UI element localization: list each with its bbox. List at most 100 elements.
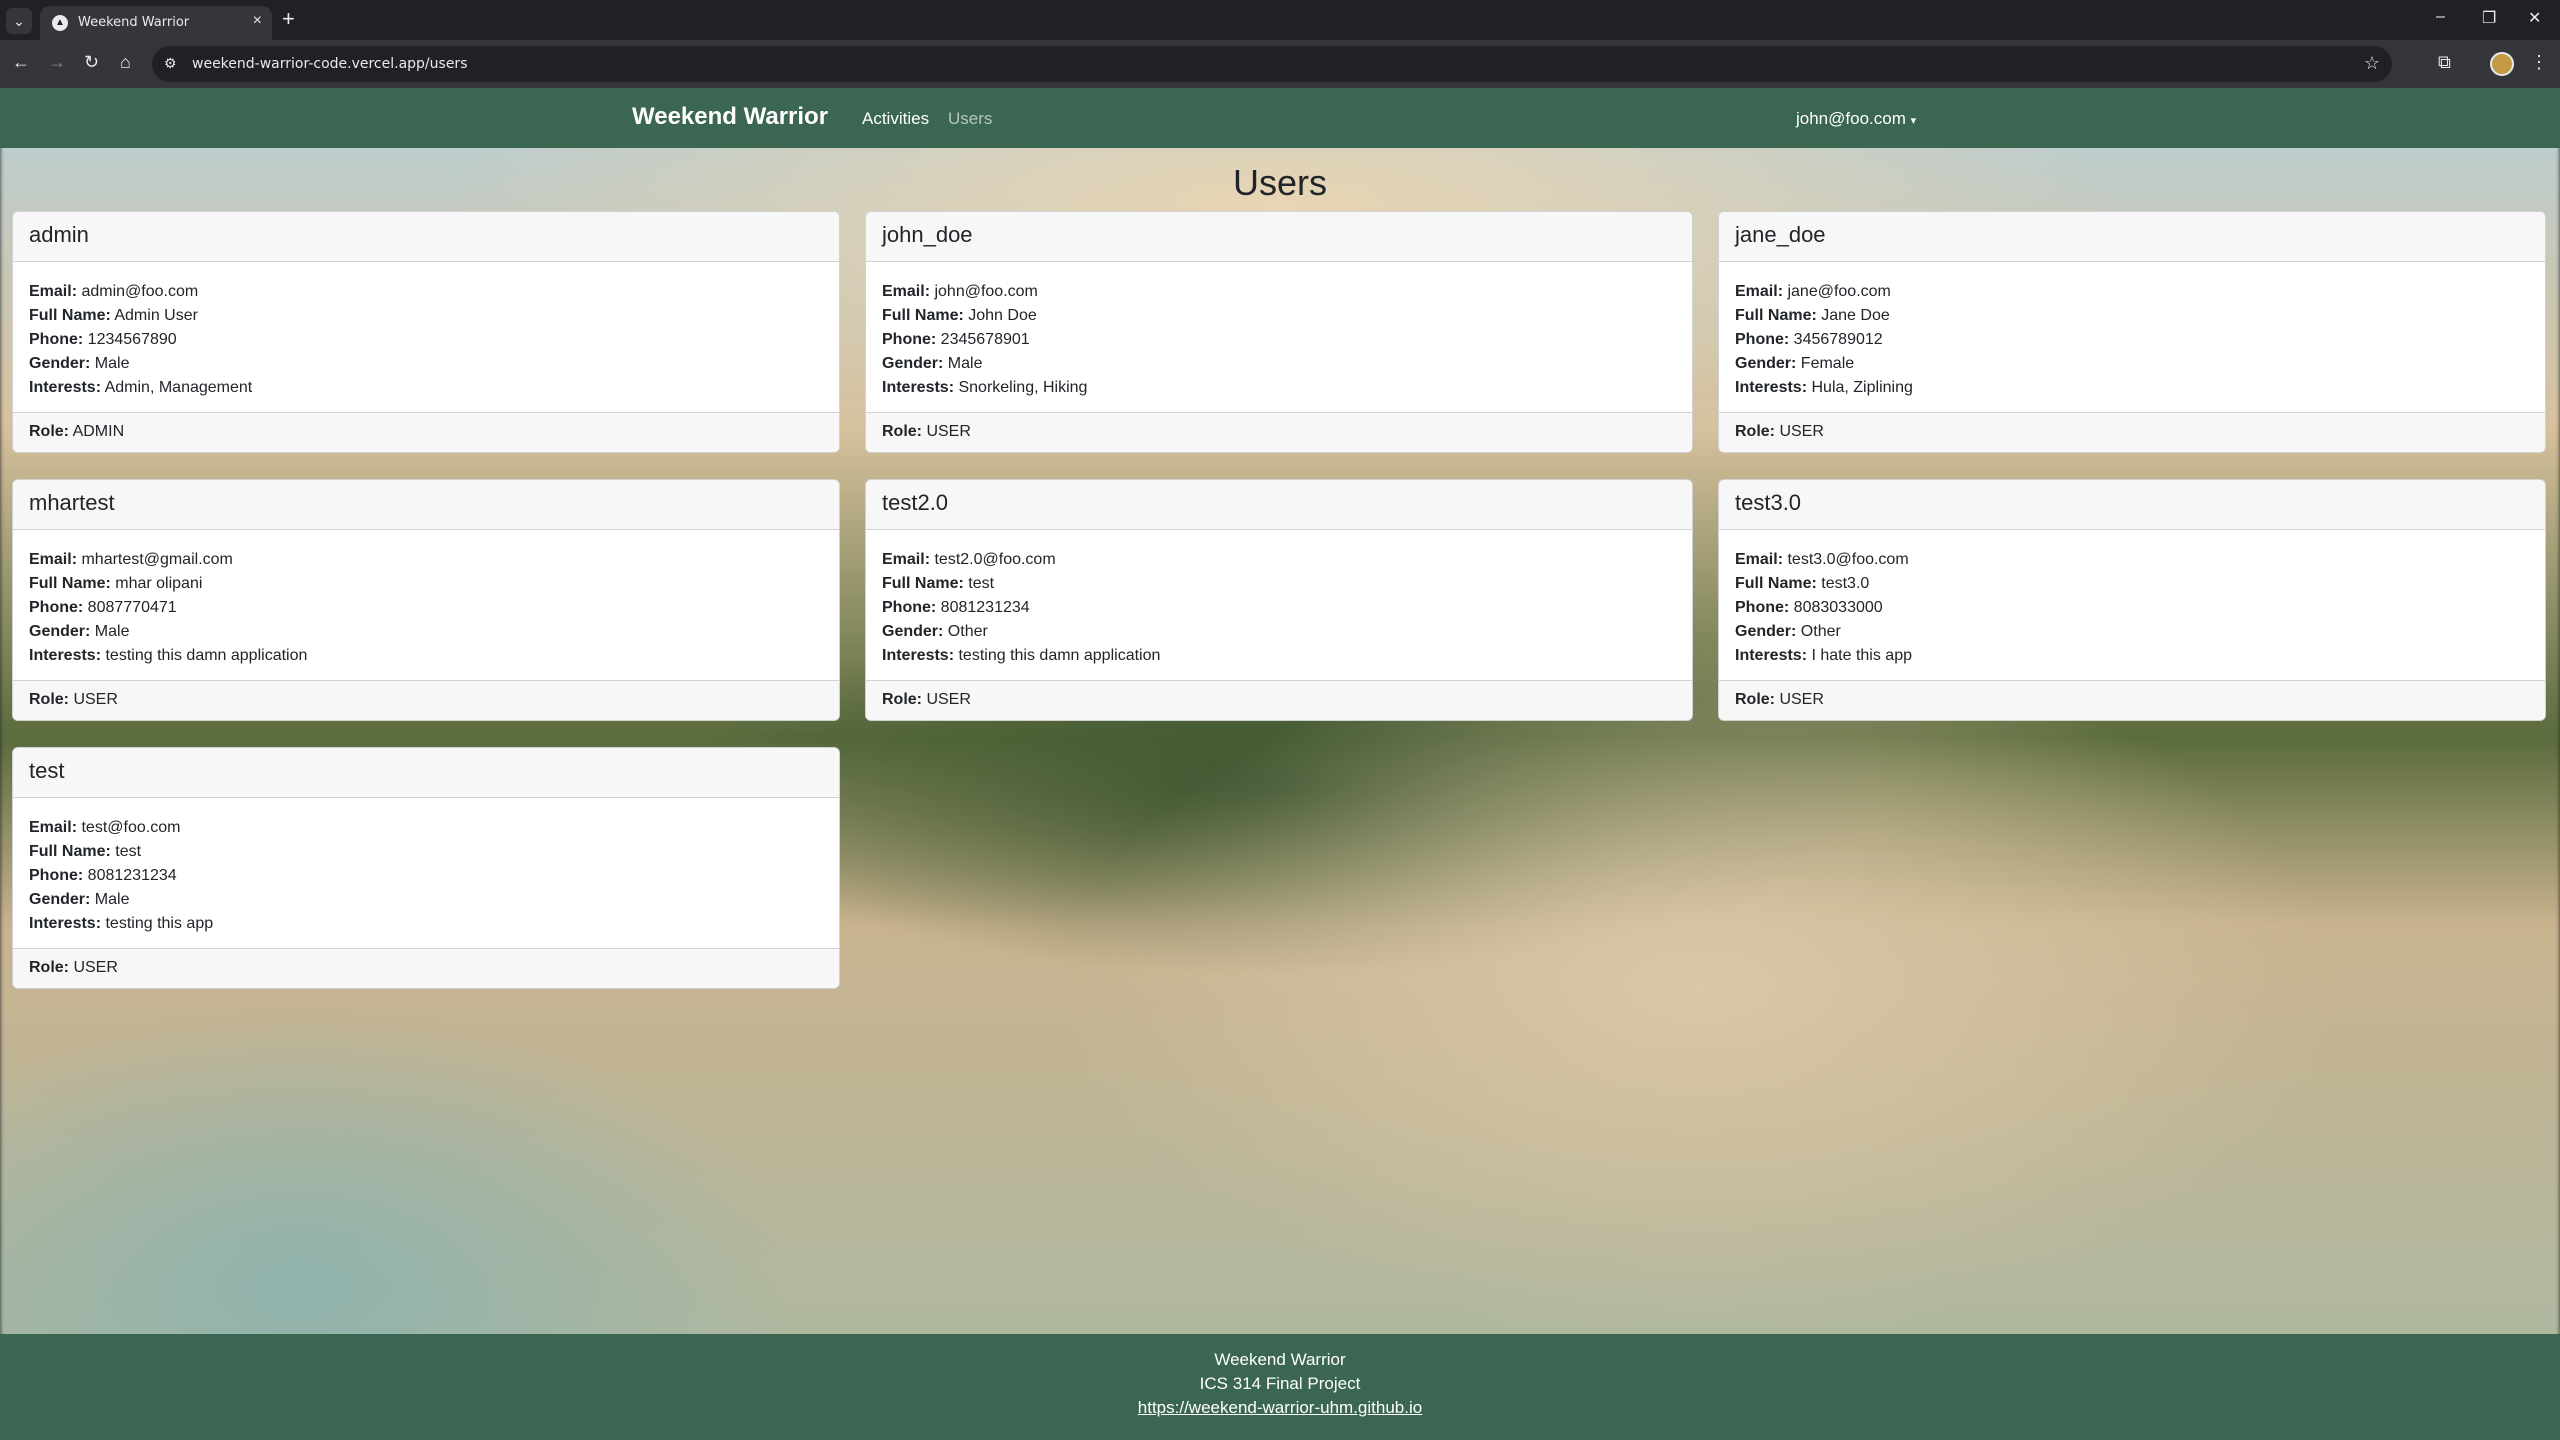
full-name-label: Full Name: <box>882 307 964 324</box>
user-card: admin Email: admin@foo.com Full Name: Admi… <box>12 211 840 453</box>
gender-row: Gender: Male <box>882 352 1676 376</box>
full-name-row: Full Name: Jane Doe <box>1735 304 2529 328</box>
interests-row: Interests: testing this damn application <box>882 644 1676 668</box>
full-name-label: Full Name: <box>1735 307 1817 324</box>
user-email: john@foo.com <box>1796 109 1906 128</box>
card-username: jane_doe <box>1719 212 2545 262</box>
interests-label: Interests: <box>29 647 102 664</box>
gender-label: Gender: <box>29 891 91 908</box>
footer-link[interactable]: https://weekend-warrior-uhm.github.io <box>1138 1398 1422 1417</box>
address-bar[interactable]: ⚙ weekend-warrior-code.vercel.app/users … <box>152 46 2392 82</box>
site-info-icon[interactable]: ⚙ <box>164 55 177 72</box>
gender-row: Gender: Other <box>1735 620 2529 644</box>
email-label: Email: <box>29 551 78 568</box>
interests-value: testing this damn application <box>958 647 1161 664</box>
user-card: jane_doe Email: jane@foo.com Full Name: Ja… <box>1718 211 2546 453</box>
card-username: test3.0 <box>1719 480 2545 530</box>
gender-value: Female <box>1800 355 1855 372</box>
email-value: mhartest@gmail.com <box>81 551 233 568</box>
phone-value: 2345678901 <box>940 331 1030 348</box>
full-name-row: Full Name: John Doe <box>882 304 1676 328</box>
role-label: Role: <box>29 691 69 708</box>
gender-value: Other <box>1800 623 1841 640</box>
browser-tabstrip: ⌄ ▲ Weekend Warrior × + – ❐ ✕ <box>0 0 2560 40</box>
interests-label: Interests: <box>882 647 955 664</box>
email-label: Email: <box>882 551 931 568</box>
gender-row: Gender: Female <box>1735 352 2529 376</box>
phone-row: Phone: 1234567890 <box>29 328 823 352</box>
full-name-label: Full Name: <box>29 307 111 324</box>
full-name-row: Full Name: Admin User <box>29 304 823 328</box>
site-footer: Weekend Warrior ICS 314 Final Project ht… <box>0 1334 2560 1440</box>
full-name-value: John Doe <box>968 307 1037 324</box>
phone-label: Phone: <box>29 331 84 348</box>
user-card: mhartest Email: mhartest@gmail.com Full Na… <box>12 479 840 721</box>
email-row: Email: test@foo.com <box>29 816 823 840</box>
brand-link[interactable]: Weekend Warrior <box>632 103 828 131</box>
tab-title: Weekend Warrior <box>78 15 190 30</box>
favicon-icon: ▲ <box>52 15 68 31</box>
phone-label: Phone: <box>882 331 937 348</box>
gender-row: Gender: Male <box>29 888 823 912</box>
card-body: Email: admin@foo.com Full Name: Admin Use… <box>13 262 839 404</box>
window-close-icon[interactable]: ✕ <box>2528 8 2541 28</box>
email-row: Email: jane@foo.com <box>1735 280 2529 304</box>
browser-tab[interactable]: ▲ Weekend Warrior × <box>40 6 272 40</box>
gender-value: Male <box>94 891 130 908</box>
phone-label: Phone: <box>1735 599 1790 616</box>
full-name-row: Full Name: test <box>29 840 823 864</box>
card-username: mhartest <box>13 480 839 530</box>
phone-value: 8083033000 <box>1793 599 1883 616</box>
full-name-label: Full Name: <box>29 843 111 860</box>
restore-icon[interactable]: ❐ <box>2482 8 2496 28</box>
email-row: Email: mhartest@gmail.com <box>29 548 823 572</box>
full-name-label: Full Name: <box>29 575 111 592</box>
gender-row: Gender: Male <box>29 352 823 376</box>
email-value: test2.0@foo.com <box>934 551 1056 568</box>
tab-search-icon[interactable]: ⌄ <box>6 8 32 34</box>
email-value: admin@foo.com <box>81 283 199 300</box>
user-dropdown[interactable]: john@foo.com ▾ <box>1796 109 1916 129</box>
interests-row: Interests: Admin, Management <box>29 376 823 400</box>
role-value: USER <box>1779 691 1824 708</box>
full-name-row: Full Name: mhar olipani <box>29 572 823 596</box>
gender-label: Gender: <box>29 623 91 640</box>
interests-label: Interests: <box>1735 647 1808 664</box>
url-text[interactable]: weekend-warrior-code.vercel.app/users <box>192 56 467 72</box>
interests-value: Snorkeling, Hiking <box>958 379 1088 396</box>
card-username: admin <box>13 212 839 262</box>
card-body: Email: test@foo.com Full Name: test Phone:… <box>13 798 839 940</box>
email-row: Email: john@foo.com <box>882 280 1676 304</box>
card-footer: Role: USER <box>1719 412 2545 452</box>
gender-row: Gender: Other <box>882 620 1676 644</box>
gender-label: Gender: <box>882 355 944 372</box>
close-tab-icon[interactable]: × <box>253 12 262 30</box>
minimize-icon[interactable]: – <box>2436 8 2445 26</box>
email-value: jane@foo.com <box>1787 283 1891 300</box>
interests-row: Interests: testing this damn application <box>29 644 823 668</box>
user-card: test2.0 Email: test2.0@foo.com Full Name: … <box>865 479 1693 721</box>
gender-value: Male <box>94 623 130 640</box>
menu-kebab-icon[interactable]: ⋮ <box>2530 52 2548 73</box>
card-username: john_doe <box>866 212 1692 262</box>
phone-row: Phone: 3456789012 <box>1735 328 2529 352</box>
role-value: USER <box>926 691 971 708</box>
card-body: Email: jane@foo.com Full Name: Jane Doe Ph… <box>1719 262 2545 404</box>
site-navbar: Weekend Warrior Activities Users john@fo… <box>0 88 2560 148</box>
new-tab-icon[interactable]: + <box>282 6 295 32</box>
page-title: Users <box>1232 162 1327 203</box>
card-footer: Role: USER <box>1719 680 2545 720</box>
nav-link-activities[interactable]: Activities <box>862 109 929 129</box>
extensions-icon[interactable]: ⧉ <box>2438 52 2451 73</box>
phone-value: 8087770471 <box>87 599 177 616</box>
home-icon[interactable]: ⌂ <box>120 52 131 73</box>
page-viewport: Weekend Warrior Activities Users john@fo… <box>0 88 2560 1440</box>
back-icon[interactable]: ← <box>12 52 30 73</box>
phone-label: Phone: <box>29 867 84 884</box>
reload-icon[interactable]: ↻ <box>84 52 99 73</box>
full-name-row: Full Name: test3.0 <box>1735 572 2529 596</box>
profile-avatar[interactable] <box>2490 52 2514 76</box>
forward-icon[interactable]: → <box>48 52 66 73</box>
nav-link-users[interactable]: Users <box>948 109 992 129</box>
bookmark-star-icon[interactable]: ☆ <box>2364 53 2380 74</box>
